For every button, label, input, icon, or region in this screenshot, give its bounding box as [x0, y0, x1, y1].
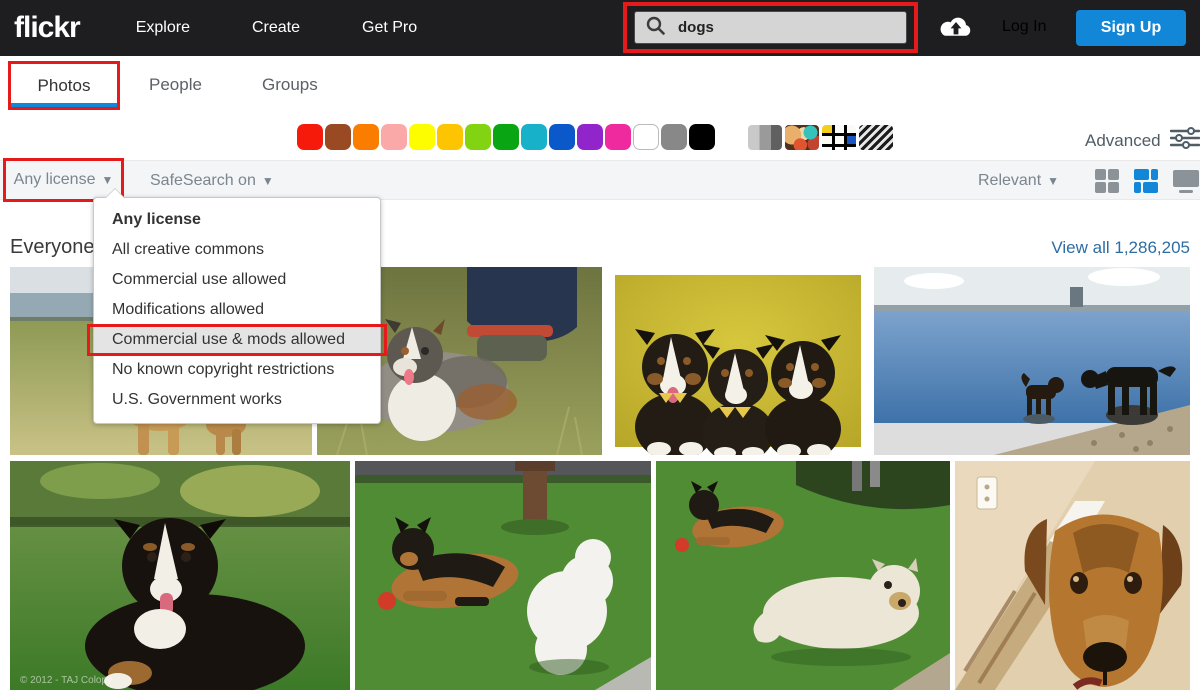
color-swatch-1[interactable]	[325, 124, 351, 150]
pattern-swatch-mondrian[interactable]	[822, 125, 856, 150]
login-link[interactable]: Log In	[1002, 18, 1046, 36]
search-input[interactable]	[678, 19, 868, 36]
filter-bar: Any license ▼ SafeSearch on ▼ Relevant ▼	[0, 160, 1200, 200]
color-swatch-4[interactable]	[409, 124, 435, 150]
color-swatch-9[interactable]	[549, 124, 575, 150]
nav-getpro[interactable]: Get Pro	[362, 19, 417, 37]
menu-notch	[106, 189, 124, 198]
advanced-search[interactable]: Advanced	[1085, 127, 1200, 154]
tab-photos-label: Photos	[38, 76, 91, 96]
license-menu-item[interactable]: Any license	[94, 205, 380, 235]
license-menu-item[interactable]: All creative commons	[94, 235, 380, 265]
safesearch-label: SafeSearch on	[150, 172, 256, 190]
tab-people[interactable]: People	[149, 56, 202, 113]
justified-view-icon[interactable]	[1133, 168, 1159, 194]
flickr-logo[interactable]: flickr	[14, 11, 80, 45]
photo-thumbnail[interactable]	[656, 461, 950, 690]
signup-button[interactable]: Sign Up	[1076, 10, 1186, 46]
sort-label: Relevant	[978, 172, 1041, 190]
annotation-box-menu-item	[87, 324, 387, 356]
color-filter-row: Advanced	[0, 113, 1200, 160]
view-mode-switcher	[1094, 168, 1200, 194]
active-tab-underline	[11, 103, 117, 107]
search-icon	[646, 16, 665, 40]
chevron-down-icon: ▼	[101, 173, 113, 187]
photo-watermark: © 2012 - TAJ Colopy	[20, 675, 112, 686]
upload-cloud-icon[interactable]	[938, 14, 974, 46]
license-menu: Any licenseAll creative commonsCommercia…	[93, 197, 381, 424]
license-menu-list: Any licenseAll creative commonsCommercia…	[94, 205, 380, 415]
color-swatch-13[interactable]	[661, 124, 687, 150]
advanced-label: Advanced	[1085, 131, 1161, 151]
color-swatch-5[interactable]	[437, 124, 463, 150]
nav-create[interactable]: Create	[252, 19, 300, 37]
license-menu-item[interactable]: Commercial use & mods allowed	[94, 325, 380, 355]
color-swatch-3[interactable]	[381, 124, 407, 150]
color-swatches	[297, 124, 715, 150]
photo-thumbnail[interactable]	[355, 461, 651, 690]
color-swatch-12[interactable]	[633, 124, 659, 150]
photo-row-2: © 2012 - TAJ Colopy	[10, 461, 1190, 690]
color-swatch-7[interactable]	[493, 124, 519, 150]
photo-thumbnail[interactable]	[874, 267, 1190, 455]
photo-thumbnail[interactable]	[607, 267, 869, 455]
chevron-down-icon: ▼	[262, 174, 274, 188]
search-tabs: Photos People Groups	[0, 56, 1200, 113]
license-menu-item[interactable]: U.S. Government works	[94, 385, 380, 415]
color-swatch-2[interactable]	[353, 124, 379, 150]
sliders-icon	[1170, 127, 1200, 154]
primary-nav: Explore Create Get Pro	[136, 19, 417, 37]
photo-thumbnail[interactable]: © 2012 - TAJ Colopy	[10, 461, 350, 690]
license-menu-item[interactable]: Modifications allowed	[94, 295, 380, 325]
sort-dropdown[interactable]: Relevant ▼	[978, 161, 1059, 201]
nav-explore[interactable]: Explore	[136, 19, 190, 37]
color-swatch-14[interactable]	[689, 124, 715, 150]
search-box[interactable]	[634, 11, 907, 44]
color-swatch-8[interactable]	[521, 124, 547, 150]
license-menu-item[interactable]: No known copyright restrictions	[94, 355, 380, 385]
chevron-down-icon: ▼	[1047, 174, 1059, 188]
color-swatch-11[interactable]	[605, 124, 631, 150]
color-swatch-6[interactable]	[465, 124, 491, 150]
pattern-swatches	[748, 125, 893, 150]
color-swatch-0[interactable]	[297, 124, 323, 150]
tab-groups[interactable]: Groups	[262, 56, 318, 113]
tab-photos[interactable]: Photos	[8, 61, 120, 110]
license-dropdown-label: Any license	[14, 171, 96, 189]
safesearch-dropdown[interactable]: SafeSearch on ▼	[150, 161, 274, 201]
pattern-swatch-grayscale[interactable]	[748, 125, 782, 150]
grid-view-icon[interactable]	[1094, 168, 1120, 194]
photo-thumbnail[interactable]	[955, 461, 1190, 690]
pattern-swatch-hatch[interactable]	[859, 125, 893, 150]
color-swatch-10[interactable]	[577, 124, 603, 150]
pattern-swatch-bokeh[interactable]	[785, 125, 819, 150]
license-menu-item[interactable]: Commercial use allowed	[94, 265, 380, 295]
view-all-link[interactable]: View all 1,286,205	[1051, 238, 1190, 258]
single-view-icon[interactable]	[1172, 168, 1200, 194]
annotation-box-search	[623, 2, 918, 53]
